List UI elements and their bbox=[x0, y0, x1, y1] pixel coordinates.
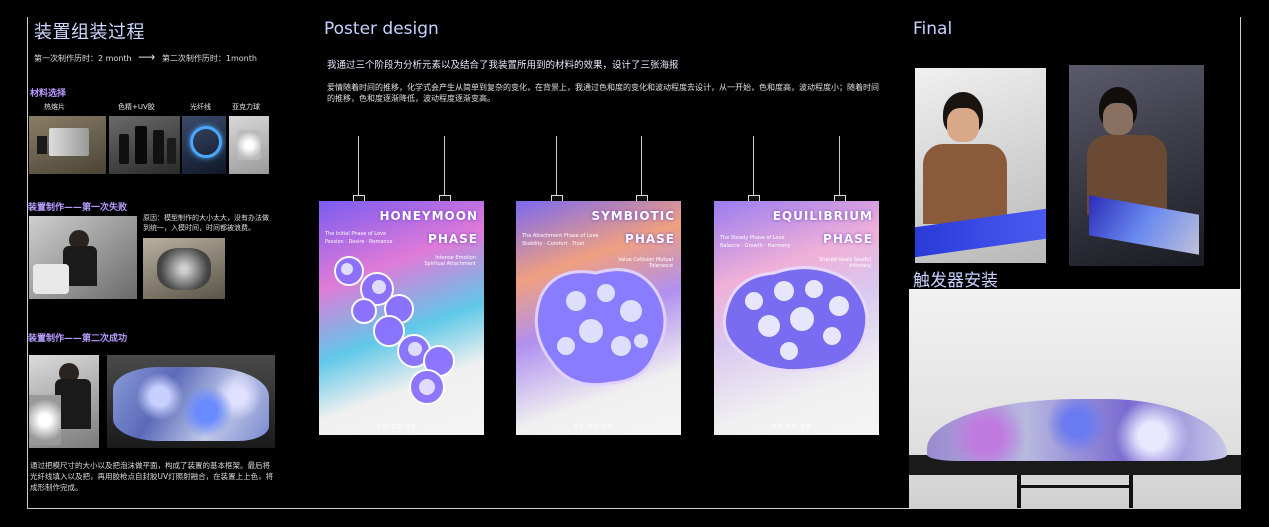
hanger-string bbox=[556, 136, 557, 198]
build2-note: 通过把模尺寸的大小以及把泡沫做平面，构成了装置的基本框架。最后将光纤线填入以及把… bbox=[30, 461, 274, 492]
poster-timecode: 00:00:00 bbox=[574, 423, 614, 431]
poster-title-line1: HONEYMOON bbox=[379, 209, 478, 223]
material-label-3: 光纤线 bbox=[190, 103, 211, 111]
poster-design-title: Poster design bbox=[324, 19, 439, 39]
build2-photo-worker bbox=[29, 355, 99, 448]
material-photo-uvglue bbox=[109, 116, 180, 174]
material-photo-hotmelt bbox=[29, 116, 106, 174]
poster-honeymoon: HONEYMOON PHASE The Initial Phase of Lov… bbox=[319, 201, 484, 435]
trigger-install-title: 触发器安装 bbox=[913, 271, 998, 291]
timeline-first: 第一次制作历时：2 month bbox=[34, 54, 132, 63]
hanger-string bbox=[839, 136, 840, 198]
poster-title-line1: SYMBIOTIC bbox=[591, 209, 675, 223]
final-photo-2 bbox=[1069, 65, 1204, 266]
hanger-string bbox=[641, 136, 642, 198]
poster-side-text: Intense Emotion Spiritual Attachment bbox=[424, 255, 476, 267]
build1-note: 原因：模型制作的大小太大，没有办法做到统一，入模时间，时间都被浪费。 bbox=[143, 214, 269, 232]
build2-photo-installation bbox=[107, 355, 275, 448]
arrow-right-icon: ⟶ bbox=[138, 50, 156, 64]
poster-symbiotic: SYMBIOTIC PHASE The Attachment Phase of … bbox=[516, 201, 681, 435]
poster-tags: Stability · Comfort · Trust bbox=[522, 241, 585, 247]
poster-description: 爱情随着时间的推移，化学式会产生从简单到复杂的变化，在背景上，我通过色和度的变化… bbox=[327, 83, 879, 103]
poster-subtitle: The Initial Phase of Love bbox=[325, 231, 387, 237]
final-title: Final bbox=[913, 19, 953, 39]
assembly-process-title: 装置组装过程 bbox=[34, 22, 145, 43]
material-label-1: 热熔片 bbox=[44, 103, 65, 111]
poster-title-line2: PHASE bbox=[428, 232, 478, 246]
hanger-string bbox=[358, 136, 359, 198]
poster-side-text: Shared Goals Soulful Intimacy bbox=[819, 257, 871, 269]
final-photo-1 bbox=[915, 68, 1046, 263]
material-label-4: 亚克力球 bbox=[232, 103, 260, 111]
poster-title-line2: PHASE bbox=[625, 232, 675, 246]
materials-title: 材料选择 bbox=[30, 89, 67, 99]
poster-subtitle: The Attachment Phase of Love bbox=[522, 233, 599, 239]
build2-title: 装置制作——第二次成功 bbox=[28, 334, 128, 344]
poster-timecode: 00:00:00 bbox=[377, 423, 417, 431]
material-photo-acrylic bbox=[229, 116, 269, 174]
poster-intro: 我通过三个阶段为分析元素以及结合了我装置所用到的材料的效果，设计了三张海报 bbox=[327, 60, 679, 71]
build1-photo-model bbox=[143, 238, 225, 299]
build1-photo-worker bbox=[29, 216, 137, 299]
trigger-install-photo bbox=[909, 289, 1241, 508]
poster-side-text: Value Collision Mutual Tolerance bbox=[618, 257, 673, 269]
poster-timecode: 00:00:00 bbox=[772, 423, 812, 431]
material-label-2: 色精+UV胶 bbox=[118, 103, 155, 111]
poster-tags: Balance · Growth · Harmony bbox=[720, 243, 791, 249]
material-photo-fiber bbox=[182, 116, 226, 174]
poster-tags: Passion · Desire · Romance bbox=[325, 239, 393, 245]
timeline-second: 第二次制作历时：1month bbox=[161, 54, 257, 63]
hanger-string bbox=[753, 136, 754, 198]
poster-title-line1: EQUILIBRIUM bbox=[772, 209, 873, 223]
poster-subtitle: The Steady Phase of Love bbox=[720, 235, 785, 241]
timeline: 第一次制作历时：2 month ⟶ 第二次制作历时：1month bbox=[34, 50, 257, 64]
poster-title-line2: PHASE bbox=[823, 232, 873, 246]
poster-equilibrium: EQUILIBRIUM PHASE The Steady Phase of Lo… bbox=[714, 201, 879, 435]
build1-title: 装置制作——第一次失败 bbox=[28, 203, 128, 213]
hanger-string bbox=[444, 136, 445, 198]
